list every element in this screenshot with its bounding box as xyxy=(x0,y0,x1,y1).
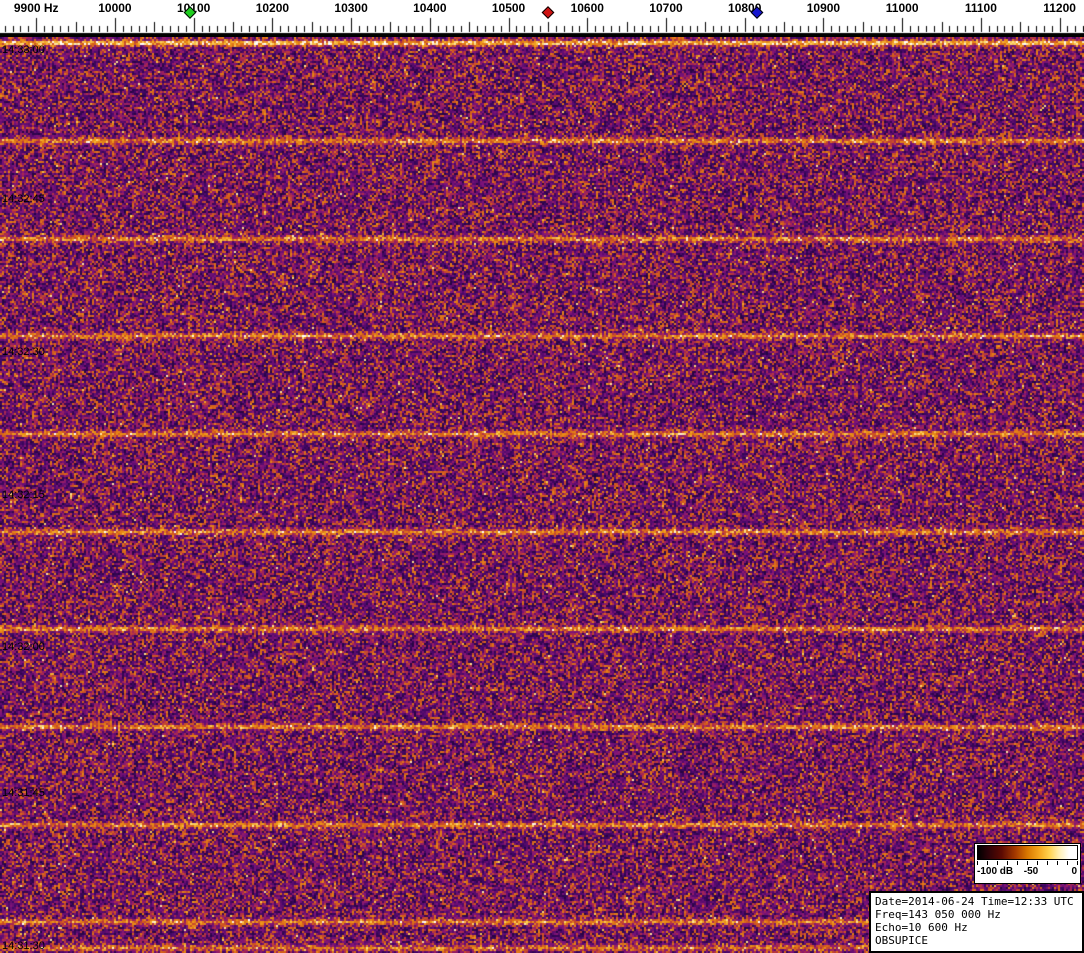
legend-min-db-label: -100 dB xyxy=(977,866,1014,877)
info-station: OBSUPICE xyxy=(875,934,928,947)
db-color-scale-legend: -100 dB -50 0 xyxy=(974,843,1081,884)
ruler-marker-red[interactable] xyxy=(541,6,555,19)
ruler-marker-green[interactable] xyxy=(183,6,197,19)
info-date-time: Date=2014-06-24 Time=12:33 UTC xyxy=(875,895,1074,908)
spectrum-waterfall-window: 9900 Hz 10000 10100 10200 10300 10400 10500 106… xyxy=(0,0,1084,953)
spectrogram-canvas[interactable] xyxy=(0,37,1084,953)
legend-mid-db-label: -50 xyxy=(1023,866,1039,877)
observation-info-box: Date=2014-06-24 Time=12:33 UTC Freq=143 … xyxy=(869,891,1084,953)
ruler-marker-blue[interactable] xyxy=(750,6,763,19)
info-echo: Echo=10 600 Hz xyxy=(875,921,968,934)
frequency-ruler[interactable]: 9900 Hz 10000 10100 10200 10300 10400 10500 106… xyxy=(0,0,1084,37)
info-frequency: Freq=143 050 000 Hz xyxy=(875,908,1001,921)
color-gradient-bar xyxy=(977,845,1078,860)
legend-max-db-label: 0 xyxy=(1071,866,1077,877)
legend-labels-row: -100 dB -50 0 xyxy=(977,865,1078,878)
spectrogram-waterfall[interactable]: 14:33:00 14:32:45 14:32:30 14:32:15 14:32:00… xyxy=(0,37,1084,953)
ruler-markers xyxy=(0,0,1084,37)
